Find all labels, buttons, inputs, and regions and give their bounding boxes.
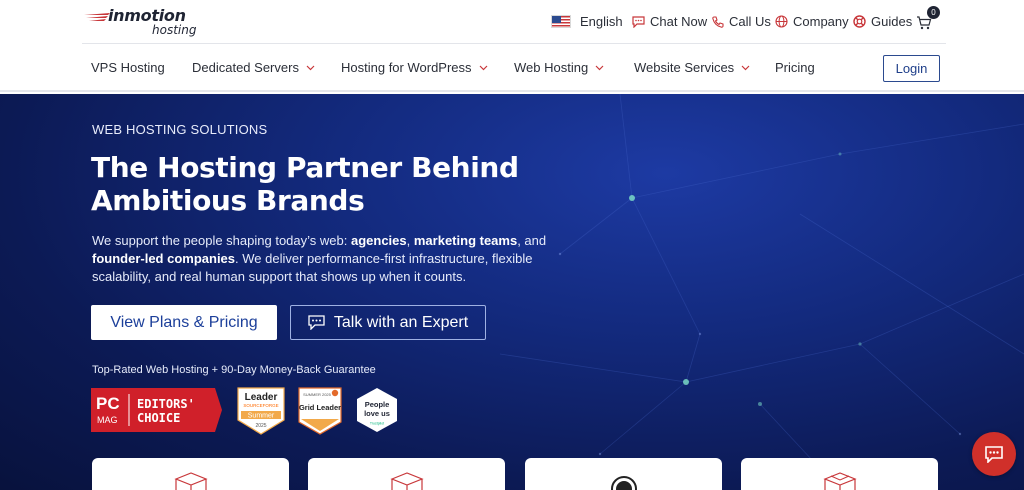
guarantee-text: Top-Rated Web Hosting + 90-Day Money-Bac… — [92, 364, 376, 376]
nav-item-dedicated-servers[interactable]: Dedicated Servers — [192, 60, 315, 75]
plan-card-4[interactable] — [741, 458, 938, 490]
language-label: English — [580, 14, 623, 29]
g2-season: SUMMER 2025 — [303, 392, 332, 397]
sourceforge-season: Summer — [248, 413, 275, 420]
sourceforge-leader-badge: Leader SOURCEFORGE Summer 2025 — [237, 387, 285, 435]
lede-founder-led: founder-led companies — [92, 251, 236, 266]
nav-item-label: Hosting for WordPress — [341, 60, 472, 75]
guides-link[interactable]: Guides — [853, 14, 912, 29]
nav-item-label: Web Hosting — [514, 60, 589, 75]
guides-label: Guides — [871, 14, 913, 29]
hero-eyebrow: WEB HOSTING SOLUTIONS — [92, 122, 268, 137]
pcmag-editors: EDITORS' — [137, 397, 195, 411]
us-flag-icon — [551, 15, 571, 28]
nav-item-label: VPS Hosting — [91, 60, 165, 75]
nav-item-label: Pricing — [775, 60, 815, 75]
chat-now-label: Chat Now — [650, 14, 708, 29]
main-nav: VPS Hosting Dedicated Servers Hosting fo… — [0, 44, 1024, 92]
chat-bubble-icon — [985, 446, 1003, 463]
sourceforge-year: 2025 — [255, 423, 266, 429]
nav-item-label: Dedicated Servers — [192, 60, 299, 75]
chat-launcher-button[interactable] — [972, 432, 1016, 476]
trustpilot-line2: love us — [364, 409, 390, 418]
cart-button[interactable]: 0 — [916, 6, 940, 33]
pcmag-choice: CHOICE — [137, 411, 180, 425]
view-plans-button[interactable]: View Plans & Pricing — [91, 305, 277, 340]
trustpilot-badge: People love us Trustpilot — [357, 388, 397, 432]
nav-item-vps-hosting[interactable]: VPS Hosting — [91, 60, 165, 75]
plan-card-2[interactable] — [308, 458, 505, 490]
login-button[interactable]: Login — [883, 55, 940, 82]
pcmag-pc: PC — [96, 394, 120, 413]
call-us-link[interactable]: Call Us — [712, 14, 771, 29]
g2-grid-leader-badge: SUMMER 2025 Grid Leader — [298, 387, 342, 435]
cart-count-badge: 0 — [927, 6, 940, 19]
chat-bubble-icon — [308, 315, 325, 330]
nav-item-web-hosting[interactable]: Web Hosting — [514, 60, 604, 75]
g2-title: Grid Leader — [299, 403, 341, 412]
nav-item-label: Website Services — [634, 60, 735, 75]
sourceforge-title: Leader — [245, 392, 278, 403]
wordpress-icon — [611, 476, 637, 490]
language-selector[interactable]: English — [551, 14, 623, 29]
globe-icon — [775, 15, 788, 28]
trustpilot-line1: People — [365, 400, 390, 409]
lede-agencies: agencies — [350, 233, 407, 248]
hero-section: WEB HOSTING SOLUTIONS The Hosting Partne… — [0, 94, 1024, 490]
chevron-down-icon — [306, 65, 315, 70]
server-box-icon — [390, 472, 424, 490]
company-link[interactable]: Company — [775, 14, 849, 29]
talk-expert-button[interactable]: Talk with an Expert — [290, 305, 486, 340]
phone-icon — [712, 15, 724, 28]
chat-bubble-icon — [632, 15, 645, 28]
trustpilot-brand: Trustpilot — [370, 422, 384, 426]
company-label: Company — [793, 14, 849, 29]
plan-card-1[interactable] — [92, 458, 289, 490]
pcmag-mag: MAG — [97, 415, 118, 425]
inmotion-logo[interactable]: inmotion hosting — [84, 6, 214, 38]
talk-expert-label: Talk with an Expert — [333, 313, 469, 331]
utility-bar: inmotion hosting English Chat Now Call U… — [0, 0, 1024, 44]
nav-item-wordpress-hosting[interactable]: Hosting for WordPress — [341, 60, 488, 75]
plan-card-3[interactable] — [525, 458, 722, 490]
hero-lede: We support the people shaping today’s we… — [92, 233, 547, 284]
hero-headline: The Hosting Partner Behind Ambitious Bra… — [91, 151, 519, 217]
chevron-down-icon — [595, 65, 604, 70]
award-badges: PC MAG EDITORS' CHOICE Leader SOURCEFORG… — [91, 387, 397, 435]
pcmag-editors-choice-badge: PC MAG EDITORS' CHOICE — [91, 388, 222, 432]
logo-subtitle: hosting — [152, 23, 197, 37]
lifebuoy-icon — [853, 15, 866, 28]
nav-item-pricing[interactable]: Pricing — [775, 60, 815, 75]
sourceforge-sub: SOURCEFORGE — [243, 403, 278, 408]
server-box-icon — [174, 472, 208, 490]
chevron-down-icon — [479, 65, 487, 70]
lede-marketing-teams: marketing teams — [413, 233, 518, 248]
stacked-boxes-icon — [823, 472, 857, 490]
chat-now-link[interactable]: Chat Now — [632, 14, 707, 29]
call-us-label: Call Us — [729, 14, 771, 29]
nav-item-website-services[interactable]: Website Services — [634, 60, 750, 75]
chevron-down-icon — [741, 65, 750, 70]
